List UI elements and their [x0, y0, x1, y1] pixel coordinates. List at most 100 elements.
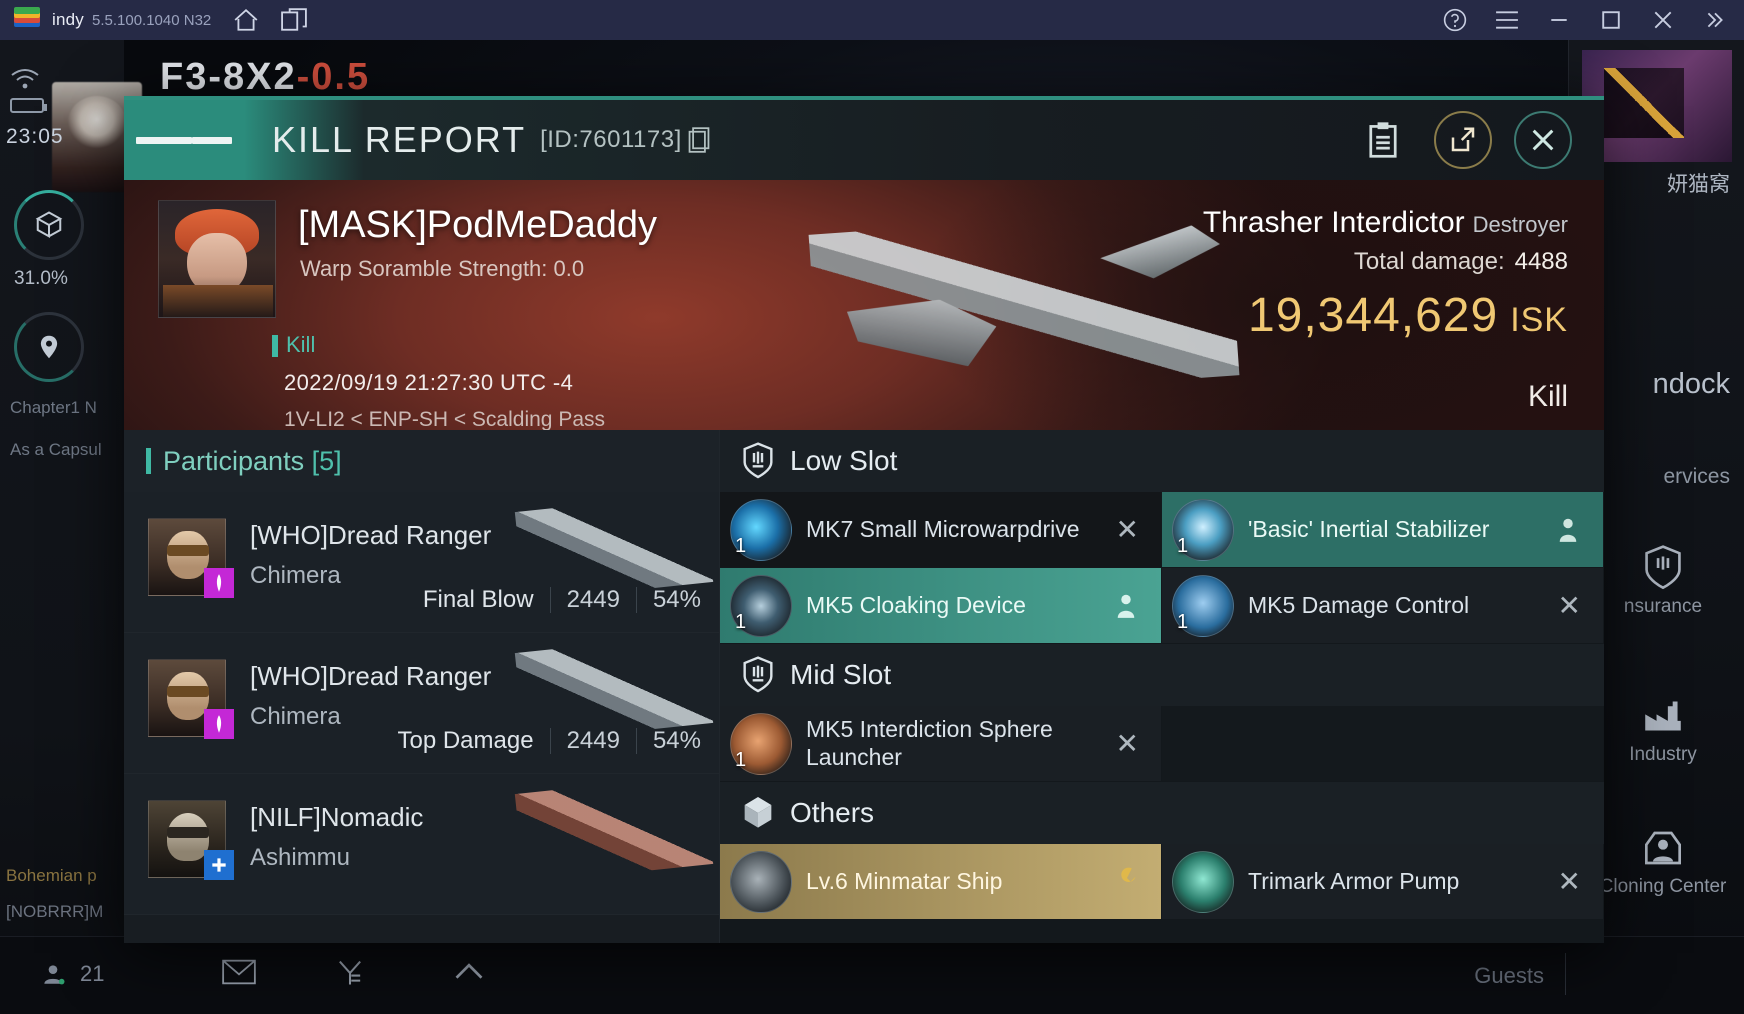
maximize-icon[interactable] — [1598, 7, 1624, 33]
module-quantity: 1 — [735, 610, 747, 633]
destroyed-marker-icon: ✕ — [1115, 728, 1139, 759]
battery-icon — [10, 98, 47, 113]
module-name: Lv.6 Minmatar Ship — [806, 867, 1003, 894]
participant-ship: Chimera — [250, 703, 341, 730]
trimark-rig-icon — [1172, 850, 1234, 913]
interdiction-launcher-icon: 1 — [730, 712, 792, 775]
isk-value-row: 19,344,629 ISK — [1203, 288, 1568, 343]
titlebar-window-controls — [1442, 7, 1744, 33]
dropped-person-icon — [1103, 593, 1149, 619]
home-icon[interactable] — [233, 8, 259, 32]
system-security: -0.5 — [296, 56, 371, 98]
sidebar-item-insurance[interactable]: nsurance — [1588, 540, 1738, 618]
section-title: Mid Slot — [790, 659, 892, 690]
cargo-gauge[interactable] — [14, 190, 84, 260]
table-row[interactable]: [WHO]Dread Ranger Chimera Top Damage 244… — [124, 633, 719, 774]
clipboard-button[interactable] — [1354, 111, 1412, 169]
close-icon — [1532, 129, 1554, 151]
table-row[interactable]: [NILF]Nomadic Ashimmu — [124, 774, 719, 915]
kill-tag: Kill — [271, 332, 316, 357]
participant-stat-label: Top Damage — [397, 727, 534, 754]
menu-icon[interactable] — [1494, 7, 1520, 33]
participants-title: Participants — [163, 445, 305, 476]
kill-route: 1V-LI2 < ENP-SH < Scalding Pass — [284, 408, 605, 430]
destroyed-marker-icon: ✕ — [1557, 590, 1581, 621]
fitting-panel: Low Slot 1 MK7 Small Microwarpdrive ✕ 1 — [720, 430, 1604, 943]
alert-icon[interactable] — [452, 959, 486, 990]
victim-avatar[interactable] — [158, 200, 276, 318]
cloning-center-icon — [1588, 820, 1738, 876]
kill-report-dialog: KILL REPORT [ID:7601173] [MASK]PodMeDadd… — [124, 96, 1604, 943]
clipboard-icon — [1369, 122, 1397, 158]
mail-icon[interactable] — [222, 959, 256, 990]
module-item[interactable]: 1 'Basic' Inertial Stabilizer — [1162, 492, 1604, 568]
participants-count: [5] — [311, 445, 342, 476]
participant-name: [WHO]Dread Ranger — [250, 520, 492, 550]
cargo-cube-icon — [35, 211, 63, 238]
isk-value: 19,344,629 — [1247, 289, 1499, 342]
expand-icon[interactable] — [1702, 7, 1728, 33]
participant-ship: Ashimmu — [250, 844, 351, 871]
help-icon[interactable] — [1442, 7, 1468, 33]
participant-percent: 54% — [652, 727, 701, 754]
destroyed-marker-icon: ✕ — [1115, 514, 1139, 545]
dialog-body: Participants [5] [WHO]Dread Ranger Chime… — [124, 430, 1604, 943]
low-slot-grid: 1 MK7 Small Microwarpdrive ✕ 1 'Basic' I… — [720, 492, 1604, 644]
chat-line-2: [NOBRRR]M — [6, 902, 104, 921]
hud-clock: 23:05 — [6, 125, 64, 148]
total-damage-label: Total damage: — [1353, 248, 1505, 275]
logo-layer — [14, 7, 40, 14]
others-grid: Lv.6 Minmatar Ship Trimark Armor Pump ✕ — [720, 844, 1604, 920]
filter-icon[interactable] — [336, 959, 364, 992]
bottom-bar: 21 Guests — [0, 936, 1744, 1014]
close-button[interactable] — [1514, 111, 1572, 169]
burger-line — [164, 136, 192, 144]
chapter-sub-label: As a Capsul — [10, 440, 102, 459]
cube-icon — [742, 795, 774, 831]
dropped-person-icon — [1545, 517, 1591, 543]
participant-damage: 2449 — [566, 586, 620, 613]
multi-instance-icon[interactable] — [281, 8, 308, 32]
slot-shield-icon — [742, 442, 774, 480]
wrench-icon — [1105, 866, 1149, 897]
sidebar-item-cloning-center[interactable]: Cloning Center — [1588, 820, 1738, 898]
module-item[interactable]: Trimark Armor Pump ✕ — [1162, 844, 1604, 920]
avatar-glasses — [167, 686, 209, 697]
module-item[interactable]: 1 MK5 Interdiction Sphere Launcher ✕ — [720, 706, 1162, 782]
section-title: Others — [790, 797, 875, 828]
module-item[interactable]: 1 MK5 Damage Control ✕ — [1162, 568, 1604, 644]
module-item[interactable]: 1 MK5 Cloaking Device — [720, 568, 1162, 644]
minimize-icon[interactable] — [1546, 7, 1572, 33]
app-version: 5.5.100.1040 N32 — [92, 11, 212, 29]
inertial-stabilizer-icon: 1 — [1172, 498, 1234, 561]
page-title: KILL REPORT — [272, 119, 527, 160]
insurance-shield-icon — [1588, 540, 1738, 596]
online-users[interactable]: 21 — [40, 961, 104, 987]
participants-header: Participants [5] — [124, 430, 719, 492]
module-name: 'Basic' Inertial Stabilizer — [1248, 515, 1490, 542]
guests-label: Guests — [1474, 963, 1544, 988]
participant-percent: 54% — [652, 586, 701, 613]
victim-banner: [MASK]PodMeDaddy Warp Soramble Strength:… — [124, 180, 1604, 430]
module-quantity: 1 — [1177, 610, 1189, 633]
menu-button[interactable] — [124, 100, 244, 180]
victim-ship-render — [808, 205, 1240, 405]
sidebar-item-industry[interactable]: Industry — [1588, 688, 1738, 766]
close-icon[interactable] — [1650, 7, 1676, 33]
hud-left-column: 23:05 31.0% Chapter1 N As a Capsul Bohem… — [0, 40, 142, 1014]
undock-button[interactable]: ndock — [1653, 368, 1730, 401]
participants-title-row: Participants [5] — [163, 446, 342, 477]
module-item[interactable]: Lv.6 Minmatar Ship — [720, 844, 1162, 920]
sidebar-item-cloning-center-label: Cloning Center — [1599, 876, 1727, 897]
location-gauge[interactable] — [14, 312, 84, 382]
online-count: 21 — [80, 961, 105, 986]
stat-separator — [635, 728, 637, 754]
avatar-suit — [163, 285, 273, 317]
module-slot-empty — [1162, 706, 1604, 782]
total-damage-row: Total damage: 4488 — [1203, 248, 1568, 276]
module-item[interactable]: 1 MK7 Small Microwarpdrive ✕ — [720, 492, 1162, 568]
table-row[interactable]: [WHO]Dread Ranger Chimera Final Blow 244… — [124, 492, 719, 633]
module-quantity: 1 — [1177, 534, 1189, 557]
share-button[interactable] — [1434, 111, 1492, 169]
copy-icon[interactable] — [688, 127, 710, 153]
